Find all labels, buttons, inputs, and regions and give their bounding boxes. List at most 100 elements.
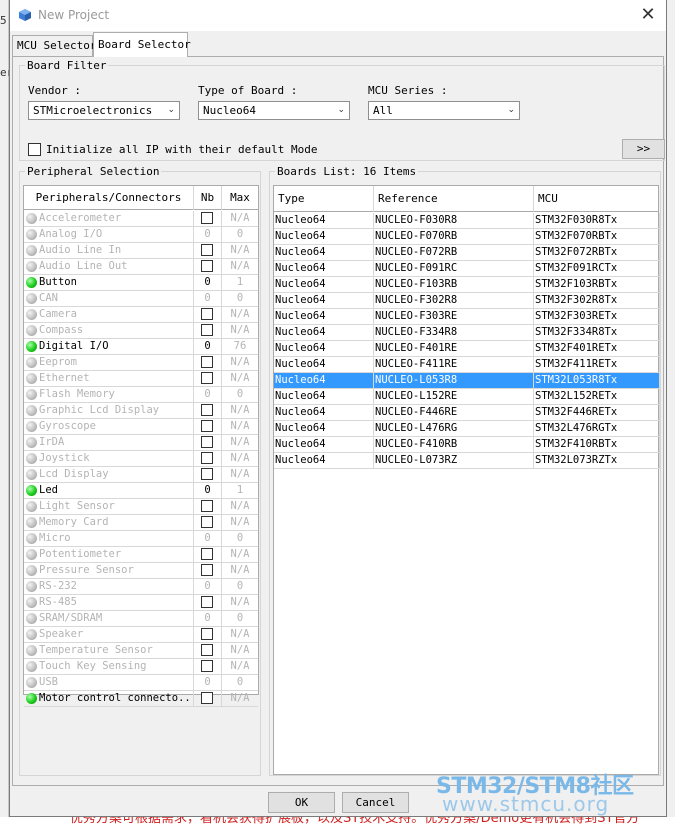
peripheral-row[interactable]: Potentiometer N/A bbox=[24, 547, 258, 563]
board-type-combo[interactable]: Nucleo64 ⌄ bbox=[198, 101, 350, 120]
peripheral-row[interactable]: CAN 0 0 bbox=[24, 291, 258, 307]
column-header-mcu[interactable]: MCU bbox=[534, 186, 658, 212]
peripheral-row[interactable]: RS-232 0 0 bbox=[24, 579, 258, 595]
peripheral-nb[interactable] bbox=[194, 355, 222, 371]
peripheral-nb[interactable] bbox=[194, 435, 222, 451]
peripheral-nb[interactable] bbox=[194, 691, 222, 707]
peripheral-nb[interactable] bbox=[194, 563, 222, 579]
peripheral-nb[interactable] bbox=[194, 403, 222, 419]
peripheral-checkbox[interactable] bbox=[201, 372, 213, 384]
column-header-type[interactable]: Type bbox=[274, 186, 374, 212]
peripheral-row[interactable]: RS-485 N/A bbox=[24, 595, 258, 611]
peripheral-row[interactable]: IrDA N/A bbox=[24, 435, 258, 451]
peripheral-row[interactable]: SRAM/SDRAM 0 0 bbox=[24, 611, 258, 627]
peripheral-row[interactable]: Ethernet N/A bbox=[24, 371, 258, 387]
cancel-button[interactable]: Cancel bbox=[342, 792, 409, 813]
peripheral-row[interactable]: Analog I/O 0 0 bbox=[24, 227, 258, 243]
peripheral-row[interactable]: Gyroscope N/A bbox=[24, 419, 258, 435]
peripheral-checkbox[interactable] bbox=[201, 628, 213, 640]
ok-button[interactable]: OK bbox=[268, 792, 335, 813]
peripheral-checkbox[interactable] bbox=[201, 564, 213, 576]
peripheral-nb[interactable] bbox=[194, 371, 222, 387]
peripheral-nb[interactable] bbox=[194, 547, 222, 563]
column-header-nb[interactable]: Nb bbox=[194, 186, 222, 210]
peripheral-row[interactable]: Audio Line Out N/A bbox=[24, 259, 258, 275]
peripheral-checkbox[interactable] bbox=[201, 244, 213, 256]
board-row[interactable]: Nucleo64 NUCLEO-F091RC STM32F091RCTx bbox=[274, 261, 660, 277]
peripheral-checkbox[interactable] bbox=[201, 500, 213, 512]
peripheral-checkbox[interactable] bbox=[201, 516, 213, 528]
peripheral-checkbox[interactable] bbox=[201, 692, 213, 704]
board-row[interactable]: Nucleo64 NUCLEO-F446RE STM32F446RETx bbox=[274, 405, 660, 421]
peripheral-nb[interactable] bbox=[194, 467, 222, 483]
peripheral-row[interactable]: Light Sensor N/A bbox=[24, 499, 258, 515]
peripheral-nb[interactable] bbox=[194, 307, 222, 323]
peripheral-checkbox[interactable] bbox=[201, 660, 213, 672]
peripheral-checkbox[interactable] bbox=[201, 420, 213, 432]
peripheral-row[interactable]: Button 0 1 bbox=[24, 275, 258, 291]
board-row[interactable]: Nucleo64 NUCLEO-L152RE STM32L152RETx bbox=[274, 389, 660, 405]
peripheral-checkbox[interactable] bbox=[201, 548, 213, 560]
tab-mcu-selector[interactable]: MCU Selector bbox=[12, 35, 96, 56]
peripheral-checkbox[interactable] bbox=[201, 404, 213, 416]
peripheral-table[interactable]: Peripherals/Connectors Nb Max Accelerome… bbox=[23, 185, 259, 707]
peripheral-row[interactable]: Audio Line In N/A bbox=[24, 243, 258, 259]
close-button[interactable]: ✕ bbox=[638, 5, 658, 25]
boards-table[interactable]: Type Reference MCU Nucleo64 NUCLEO-F030R8… bbox=[273, 185, 660, 775]
peripheral-row[interactable]: Camera N/A bbox=[24, 307, 258, 323]
peripheral-nb[interactable] bbox=[194, 643, 222, 659]
board-row[interactable]: Nucleo64 NUCLEO-F302R8 STM32F302R8Tx bbox=[274, 293, 660, 309]
peripheral-row[interactable]: Motor control connecto... N/A bbox=[24, 691, 258, 707]
peripheral-row[interactable]: Eeprom N/A bbox=[24, 355, 258, 371]
init-ip-label[interactable]: Initialize all IP with their default Mod… bbox=[46, 143, 318, 156]
peripheral-nb[interactable] bbox=[194, 211, 222, 227]
peripheral-nb[interactable] bbox=[194, 499, 222, 515]
mcu-series-combo[interactable]: All ⌄ bbox=[368, 101, 520, 120]
peripheral-nb[interactable] bbox=[194, 259, 222, 275]
board-row[interactable]: Nucleo64 NUCLEO-F103RB STM32F103RBTx bbox=[274, 277, 660, 293]
peripheral-row[interactable]: Flash Memory 0 0 bbox=[24, 387, 258, 403]
peripheral-checkbox[interactable] bbox=[201, 468, 213, 480]
peripheral-row[interactable]: Joystick N/A bbox=[24, 451, 258, 467]
board-row[interactable]: Nucleo64 NUCLEO-F303RE STM32F303RETx bbox=[274, 309, 660, 325]
board-row[interactable]: Nucleo64 NUCLEO-L073RZ STM32L073RZTx bbox=[274, 453, 660, 469]
peripheral-row[interactable]: Led 0 1 bbox=[24, 483, 258, 499]
column-header-peripherals[interactable]: Peripherals/Connectors bbox=[24, 186, 194, 210]
peripheral-checkbox[interactable] bbox=[201, 308, 213, 320]
peripheral-checkbox[interactable] bbox=[201, 596, 213, 608]
board-row[interactable]: Nucleo64 NUCLEO-F030R8 STM32F030R8Tx bbox=[274, 213, 660, 229]
peripheral-row[interactable]: Memory Card N/A bbox=[24, 515, 258, 531]
expand-button[interactable]: >> bbox=[622, 139, 665, 159]
board-row[interactable]: Nucleo64 NUCLEO-F401RE STM32F401RETx bbox=[274, 341, 660, 357]
peripheral-nb[interactable] bbox=[194, 595, 222, 611]
peripheral-nb[interactable] bbox=[194, 451, 222, 467]
peripheral-row[interactable]: Speaker N/A bbox=[24, 627, 258, 643]
peripheral-checkbox[interactable] bbox=[201, 452, 213, 464]
peripheral-row[interactable]: Micro 0 0 bbox=[24, 531, 258, 547]
peripheral-checkbox[interactable] bbox=[201, 436, 213, 448]
peripheral-row[interactable]: Temperature Sensor N/A bbox=[24, 643, 258, 659]
board-row[interactable]: Nucleo64 NUCLEO-L476RG STM32L476RGTx bbox=[274, 421, 660, 437]
board-row[interactable]: Nucleo64 NUCLEO-F334R8 STM32F334R8Tx bbox=[274, 325, 660, 341]
peripheral-row[interactable]: Compass N/A bbox=[24, 323, 258, 339]
peripheral-row[interactable]: Lcd Display N/A bbox=[24, 467, 258, 483]
column-header-max[interactable]: Max bbox=[222, 186, 258, 210]
peripheral-row[interactable]: Accelerometer N/A bbox=[24, 211, 258, 227]
peripheral-row[interactable]: Pressure Sensor N/A bbox=[24, 563, 258, 579]
peripheral-checkbox[interactable] bbox=[201, 356, 213, 368]
peripheral-nb[interactable] bbox=[194, 515, 222, 531]
peripheral-row[interactable]: Digital I/O 0 76 bbox=[24, 339, 258, 355]
init-ip-checkbox[interactable] bbox=[28, 143, 41, 156]
peripheral-checkbox[interactable] bbox=[201, 644, 213, 656]
peripheral-nb[interactable] bbox=[194, 659, 222, 675]
dialog-titlebar[interactable]: New Project ✕ bbox=[10, 0, 666, 31]
peripheral-row[interactable]: Graphic Lcd Display N/A bbox=[24, 403, 258, 419]
peripheral-nb[interactable] bbox=[194, 243, 222, 259]
column-header-reference[interactable]: Reference bbox=[374, 186, 534, 212]
vendor-combo[interactable]: STMicroelectronics ⌄ bbox=[28, 101, 180, 120]
board-row[interactable]: Nucleo64 NUCLEO-F070RB STM32F070RBTx bbox=[274, 229, 660, 245]
board-row[interactable]: Nucleo64 NUCLEO-F072RB STM32F072RBTx bbox=[274, 245, 660, 261]
tab-board-selector[interactable]: Board Selector bbox=[93, 32, 191, 57]
peripheral-row[interactable]: Touch Key Sensing N/A bbox=[24, 659, 258, 675]
peripheral-checkbox[interactable] bbox=[201, 212, 213, 224]
